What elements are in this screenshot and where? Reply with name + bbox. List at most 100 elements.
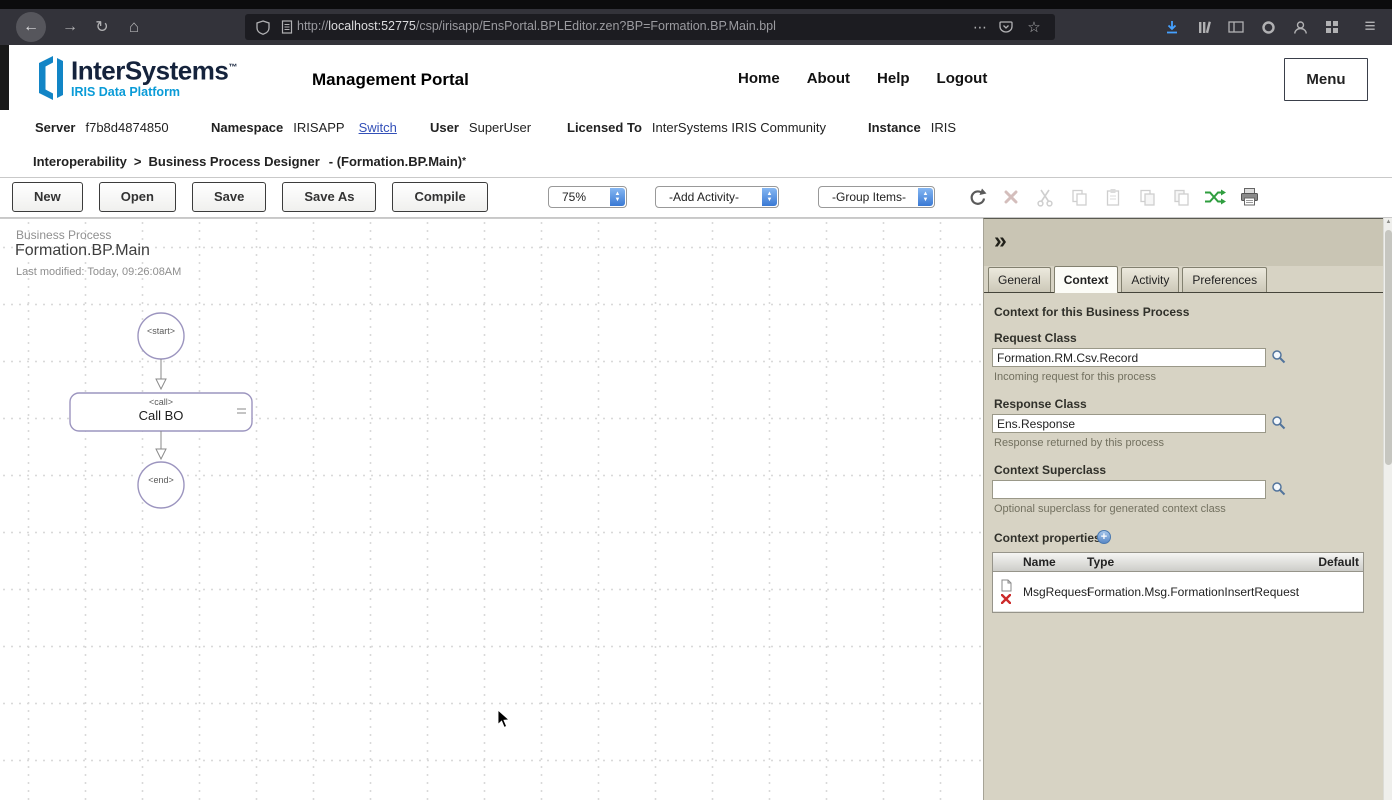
home-icon[interactable]: ⌂ — [120, 13, 148, 41]
request-class-input[interactable] — [992, 348, 1266, 367]
licensed-value: InterSystems IRIS Community — [652, 120, 826, 135]
browser-tab-strip — [0, 0, 1392, 9]
nav-home[interactable]: Home — [738, 70, 780, 87]
url-bar[interactable]: http://localhost:52775/csp/irisapp/EnsPo… — [245, 14, 1055, 40]
breadcrumb-separator: > — [134, 154, 142, 169]
page-actions-icon[interactable]: ⋯ — [971, 19, 989, 35]
delete-property-icon[interactable] — [1001, 594, 1011, 604]
tab-general[interactable]: General — [988, 267, 1051, 292]
tab-activity[interactable]: Activity — [1121, 267, 1179, 292]
sidebar-icon[interactable] — [1222, 13, 1250, 41]
browser-toolbar: ← → ↻ ⌂ http://localhost:52775/csp/irisa… — [0, 9, 1392, 45]
cut-icon[interactable] — [1034, 186, 1056, 208]
copy-icon[interactable] — [1068, 186, 1090, 208]
scrollbar-thumb[interactable] — [1385, 230, 1392, 465]
back-button[interactable]: ← — [16, 12, 46, 42]
add-property-icon[interactable]: + — [1097, 530, 1111, 544]
breadcrumb-document: - (Formation.BP.Main) — [329, 154, 462, 169]
search-icon[interactable] — [1271, 415, 1287, 431]
collapse-panel-icon[interactable]: » — [994, 227, 1007, 254]
nav-about[interactable]: About — [807, 70, 850, 87]
info-bar: Serverf7b8d4874850 NamespaceIRISAPPSwitc… — [0, 110, 1392, 146]
grid-icon[interactable] — [1318, 13, 1346, 41]
intersystems-logo: InterSystems™ IRIS Data Platform — [34, 54, 237, 102]
menu-button[interactable]: Menu — [1284, 58, 1368, 101]
menu-icon[interactable]: ≡ — [1356, 13, 1384, 41]
refresh-icon[interactable]: ↻ — [88, 13, 116, 41]
zoom-value: 75% — [562, 190, 586, 204]
extension-icon[interactable] — [1254, 13, 1282, 41]
compile-button[interactable]: Compile — [392, 182, 487, 212]
instance-label: Instance — [868, 120, 921, 135]
add-activity-select[interactable]: -Add Activity-▲▼ — [655, 186, 779, 208]
account-icon[interactable] — [1286, 13, 1314, 41]
namespace-value: IRISAPP — [293, 120, 344, 135]
end-node[interactable]: <end> — [138, 462, 184, 508]
context-superclass-input[interactable] — [992, 480, 1266, 499]
search-icon[interactable] — [1271, 349, 1287, 365]
editor-toolbar: New Open Save Save As Compile 75% ▲▼ -Add… — [0, 178, 1392, 218]
paste-group-icon[interactable] — [1170, 186, 1192, 208]
page-title: Management Portal — [312, 70, 469, 90]
response-class-input[interactable] — [992, 414, 1266, 433]
process-type-label: Business Process — [16, 228, 111, 242]
download-icon[interactable] — [1158, 13, 1186, 41]
library-icon[interactable] — [1190, 13, 1218, 41]
svg-text:Call BO: Call BO — [139, 408, 184, 423]
group-items-select[interactable]: -Group Items-▲▼ — [818, 186, 935, 208]
pocket-icon[interactable] — [997, 19, 1015, 35]
forward-icon[interactable]: → — [56, 13, 84, 41]
svg-text:<call>: <call> — [149, 397, 173, 407]
save-as-button[interactable]: Save As — [282, 182, 376, 212]
start-node[interactable]: <start> — [138, 313, 184, 359]
scroll-up-icon[interactable]: ▲ — [1384, 219, 1392, 225]
unsaved-indicator: * — [462, 156, 466, 167]
request-class-label: Request Class — [994, 331, 1077, 345]
search-icon[interactable] — [1271, 481, 1287, 497]
last-modified: Last modified: Today, 09:26:08AM — [16, 266, 181, 278]
user-value: SuperUser — [469, 120, 531, 135]
vertical-scrollbar[interactable]: ▲ — [1383, 218, 1392, 800]
nav-logout[interactable]: Logout — [937, 70, 988, 87]
stepper-icon: ▲▼ — [610, 188, 625, 206]
page-info-icon[interactable] — [278, 19, 296, 35]
response-class-help: Response returned by this process — [994, 437, 1164, 449]
breadcrumb-page: Business Process Designer — [149, 154, 320, 169]
add-activity-value: -Add Activity- — [669, 190, 739, 204]
nav-help[interactable]: Help — [877, 70, 910, 87]
server-value: f7b8d4874850 — [85, 120, 168, 135]
svg-text:<start>: <start> — [147, 326, 175, 336]
copy-group-icon[interactable] — [1136, 186, 1158, 208]
call-node[interactable]: <call> Call BO — [70, 393, 252, 431]
shuffle-icon[interactable] — [1204, 186, 1226, 208]
new-button[interactable]: New — [12, 182, 83, 212]
bpl-canvas[interactable]: Business Process Formation.BP.Main Last … — [0, 218, 983, 800]
tab-context[interactable]: Context — [1054, 266, 1119, 293]
edit-property-icon[interactable] — [1001, 579, 1012, 592]
column-name: Name — [1019, 555, 1087, 569]
shield-icon[interactable] — [254, 19, 272, 35]
print-icon[interactable] — [1238, 186, 1260, 208]
logo-subtitle: IRIS Data Platform — [71, 85, 237, 99]
delete-icon[interactable] — [1000, 186, 1022, 208]
group-items-value: -Group Items- — [832, 190, 906, 204]
undo-icon[interactable] — [966, 186, 988, 208]
url-text: http://localhost:52775/csp/irisapp/EnsPo… — [297, 19, 776, 33]
bookmark-star-icon[interactable]: ☆ — [1025, 19, 1043, 35]
process-name: Formation.BP.Main — [15, 242, 150, 260]
portal-header: InterSystems™ IRIS Data Platform Managem… — [0, 45, 1392, 110]
breadcrumb-root[interactable]: Interoperability — [33, 154, 127, 169]
panel-tabs: General Context Activity Preferences — [984, 266, 1383, 293]
svg-text:<end>: <end> — [148, 475, 174, 485]
switch-namespace-link[interactable]: Switch — [359, 120, 397, 135]
tab-preferences[interactable]: Preferences — [1182, 267, 1267, 292]
connector-arrow — [156, 359, 166, 389]
paste-icon[interactable] — [1102, 186, 1124, 208]
save-button[interactable]: Save — [192, 182, 266, 212]
open-button[interactable]: Open — [99, 182, 176, 212]
property-name: MsgRequest — [1019, 585, 1087, 599]
table-row: MsgRequest Formation.Msg.FormationInsert… — [993, 572, 1363, 612]
section-title: Context for this Business Process — [994, 305, 1189, 319]
zoom-select[interactable]: 75% ▲▼ — [548, 186, 627, 208]
intersystems-logo-mark — [34, 54, 64, 102]
